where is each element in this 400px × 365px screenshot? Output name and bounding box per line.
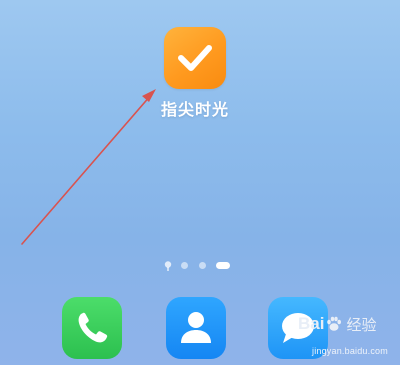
app-icon-zhijianshiguang[interactable] <box>164 27 226 89</box>
watermark-brand-left: Bai <box>298 314 325 333</box>
page-dot[interactable] <box>199 262 206 269</box>
page-dot[interactable] <box>181 262 188 269</box>
watermark-url: jingyan.baidu.com <box>312 346 388 356</box>
page-indicator <box>160 258 240 272</box>
dock-phone-app[interactable] <box>62 297 122 359</box>
phone-icon <box>78 312 108 343</box>
page-dot-active[interactable] <box>216 262 230 269</box>
app-label: 指尖时光 <box>160 102 229 119</box>
checkmark-icon <box>178 45 212 71</box>
watermark-brand-right: 经验 <box>346 316 377 334</box>
dock-contacts-app[interactable] <box>166 297 226 359</box>
contacts-icon <box>181 312 211 343</box>
search-indicator-icon <box>164 261 172 271</box>
paw-icon <box>327 316 342 331</box>
baidu-watermark: Bai 经验 jingyan.baidu.com <box>296 313 400 365</box>
